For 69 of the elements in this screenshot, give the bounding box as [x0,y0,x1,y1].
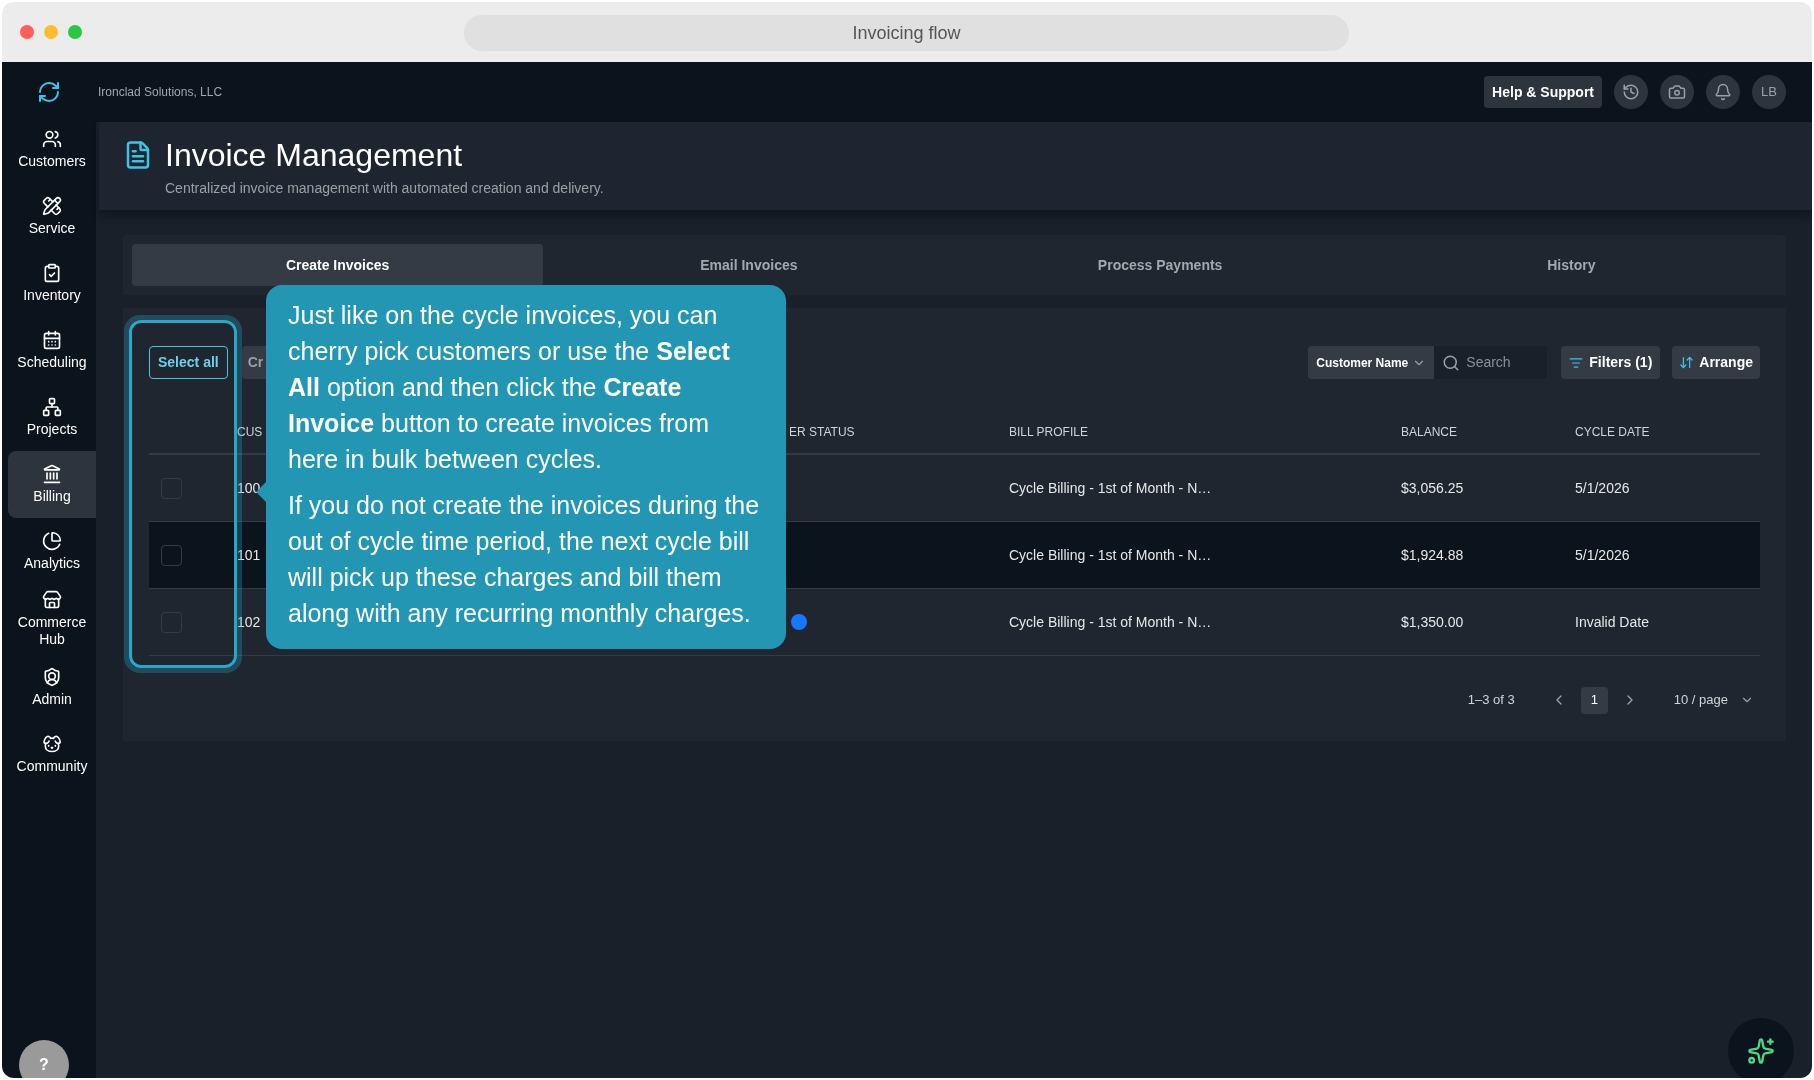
row-checkbox[interactable] [161,544,182,566]
table-cell: 101 [237,546,261,563]
sidebar-item[interactable]: Community [8,721,96,788]
pagination-range: 1–3 of 3 [1467,691,1515,710]
arrange-button[interactable]: Arrange [1672,346,1760,379]
table-cell-text: 5/1/2026 [1575,545,1630,565]
logo-icon[interactable] [37,80,61,104]
tab[interactable]: Create Invoices [132,244,544,286]
table-cell-text: $1,350.00 [1401,612,1465,632]
table-cell-text: Cycle Billing - 1st of Month - N… [1009,478,1213,498]
sidebar-item[interactable]: Projects [8,384,96,451]
user-avatar[interactable]: LB [1752,75,1786,109]
calendar-icon [42,330,62,350]
filter-icon [1569,355,1584,370]
tab[interactable]: Email Invoices [543,244,955,286]
bank-icon [42,464,62,484]
table-cell: 102 [237,613,261,630]
table-cell-text: $1,924.88 [1401,545,1465,565]
sidebar-item[interactable]: Service [8,183,96,250]
help-support-button[interactable]: Help & Support [1484,76,1602,108]
table-cell-text: Cycle Billing - 1st of Month - N… [1009,612,1213,632]
notifications-button[interactable] [1706,75,1740,109]
select-all-button[interactable]: Select all [149,346,228,379]
page-button[interactable]: 1 [1580,686,1608,714]
tab[interactable]: Process Payments [954,244,1366,286]
camera-button[interactable] [1660,75,1694,109]
column-header: BILL PROFILE [1009,423,1089,441]
page-title: Invoice Management [165,136,464,174]
camera-icon [1668,83,1686,101]
search-by-dropdown[interactable]: Customer Name [1308,346,1435,379]
page-size-dropdown[interactable]: 10 / page [1673,690,1754,710]
sidebar-item[interactable]: Inventory [8,250,96,317]
column-header: ER STATUS [789,423,856,441]
clipboard-check-icon [42,263,62,283]
people-icon [42,129,62,149]
hierarchy-icon [42,397,62,417]
table-cell-text: $3,056.25 [1401,478,1465,498]
sidebar-item[interactable]: Scheduling [8,317,96,384]
sidebar-item[interactable]: Commerce Hub [8,585,96,652]
sidebar-item[interactable]: Analytics [8,518,96,585]
table-cell-text: 5/1/2026 [1575,478,1630,498]
sparkle-icon [1747,1037,1775,1065]
table-cell-text: Cycle Billing - 1st of Month - N… [1009,545,1213,565]
company-name: Ironclad Solutions, LLC [98,84,223,101]
sidebar-item[interactable]: Billing [8,451,96,518]
search-field[interactable]: Search [1434,346,1548,379]
column-header: CYCLE DATE [1575,423,1650,441]
assistant-button[interactable] [1728,1018,1794,1078]
history-icon [1622,83,1640,101]
search-icon [1442,353,1461,372]
pie-chart-icon [42,531,62,551]
history-button[interactable] [1614,75,1648,109]
tab[interactable]: History [1365,244,1777,286]
table-cell-text: Invalid Date [1575,612,1649,632]
tools-icon [42,196,62,216]
column-header: CUS [237,424,263,439]
window-title: Invoicing flow [464,15,1349,51]
close-window-icon[interactable] [20,25,34,39]
filters-button[interactable]: Filters (1) [1561,346,1661,379]
storefront-icon [42,589,62,610]
column-header: BALANCE [1401,423,1459,441]
sidebar-item[interactable]: Customers [8,116,96,183]
shield-user-icon [42,667,62,687]
sort-icon [1679,355,1695,370]
dog-icon [42,734,62,754]
page-subtitle: Centralized invoice management with automated creation and delivery. [165,179,604,198]
sidebar-item[interactable]: Admin [8,654,96,721]
search-input[interactable]: Search [1466,352,1537,373]
bell-icon [1714,83,1732,101]
